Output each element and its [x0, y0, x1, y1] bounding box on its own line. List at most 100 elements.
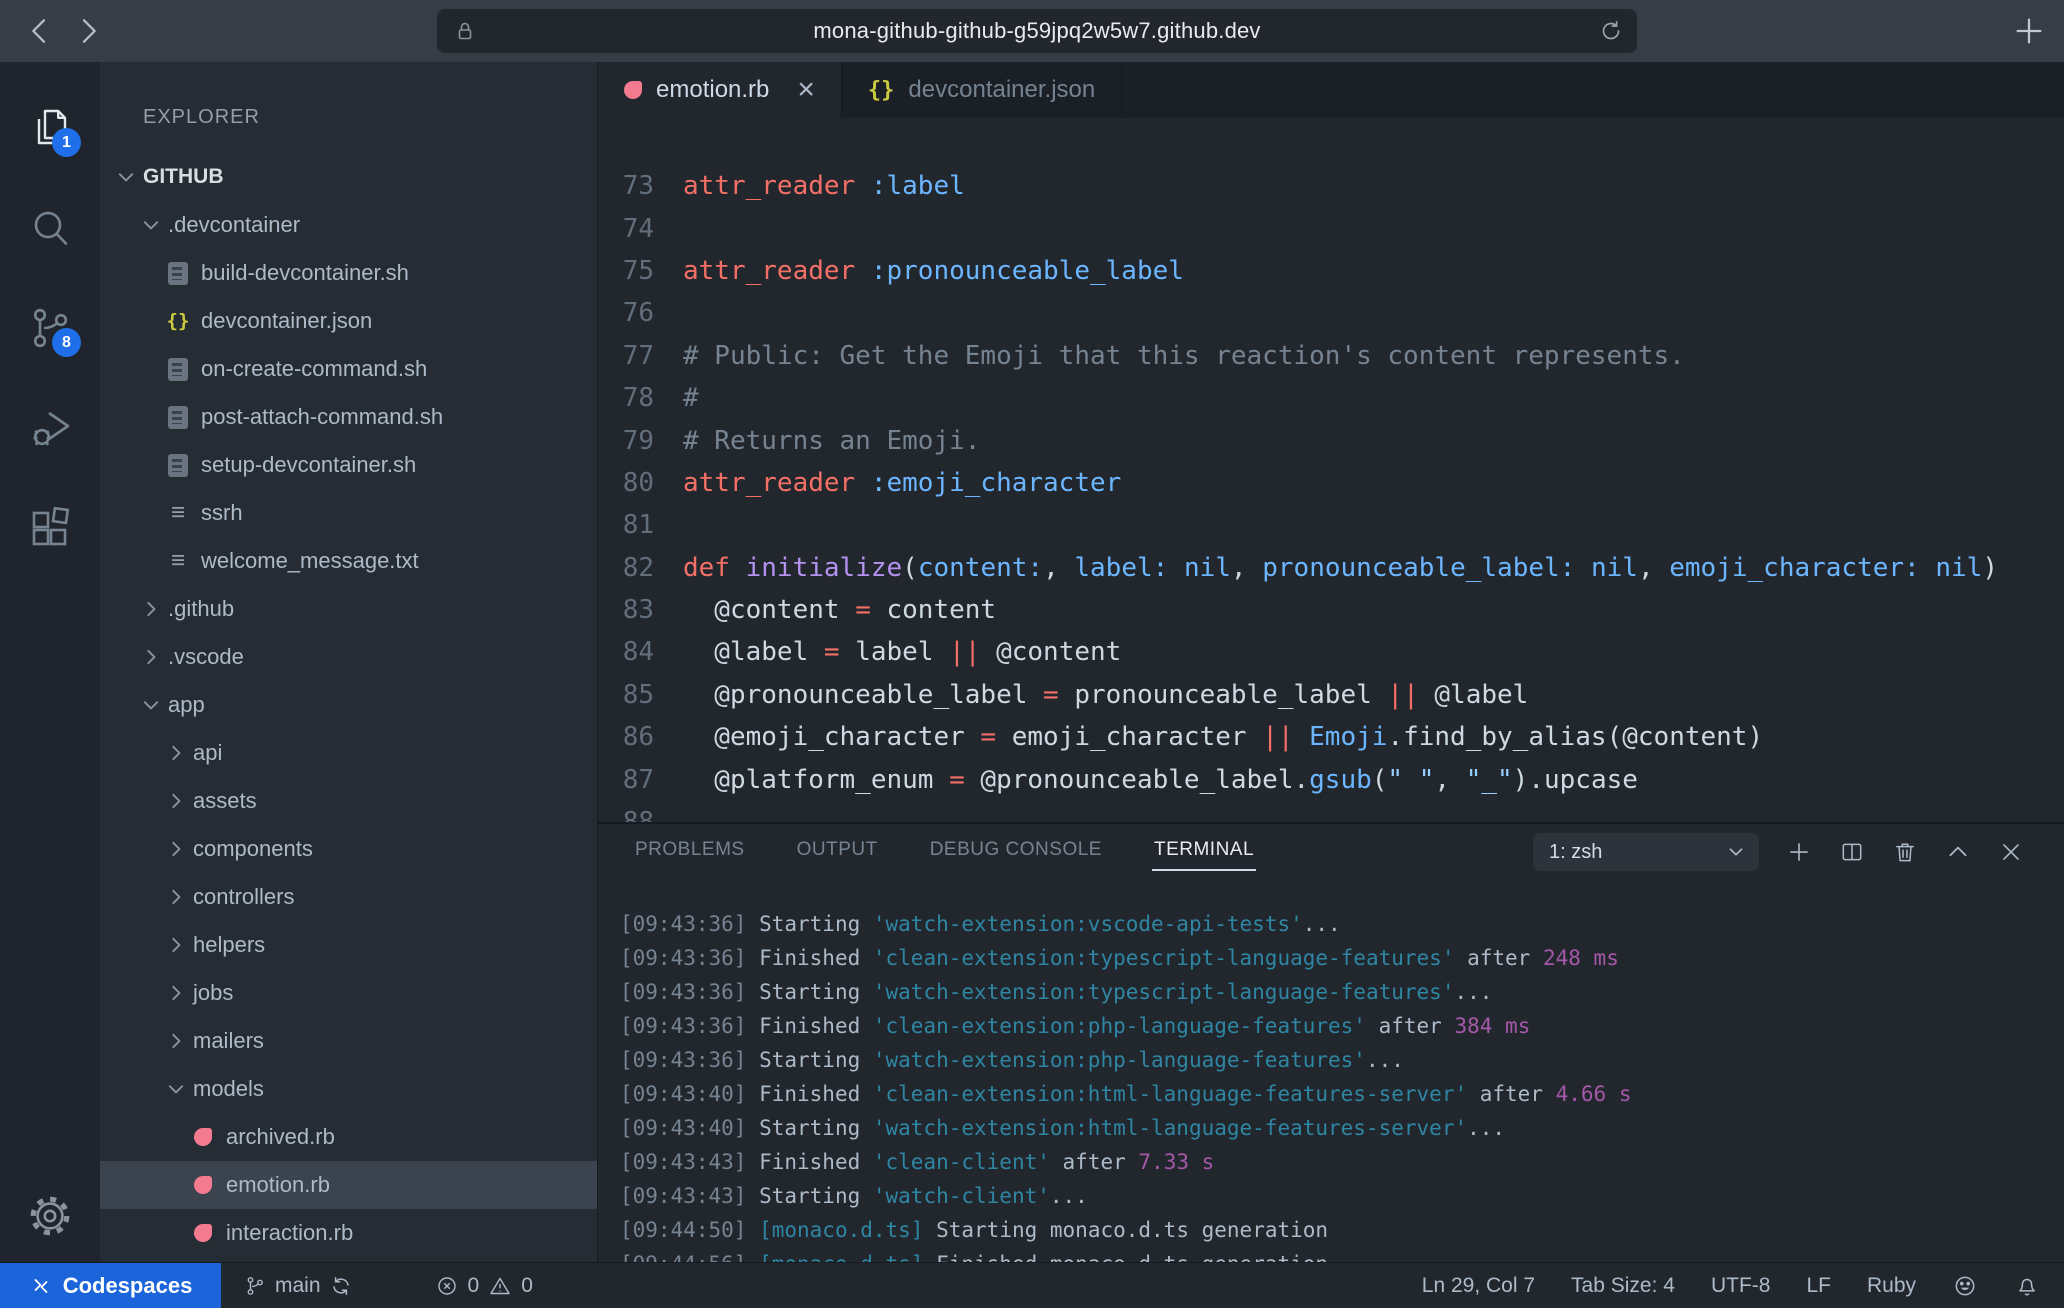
codespaces-button[interactable]: Codespaces [0, 1263, 221, 1308]
cursor-position[interactable]: Ln 29, Col 7 [1422, 1274, 1535, 1298]
tree-item-archived.rb[interactable]: archived.rb [100, 1113, 597, 1161]
tree-item-build-devcontainer.sh[interactable]: build-devcontainer.sh [100, 249, 597, 297]
tree-item-label: post-attach-command.sh [201, 404, 443, 430]
code-line: 80attr_reader :emoji_character [598, 462, 2064, 504]
tree-item-label: on-create-command.sh [201, 356, 427, 382]
tree-item-controllers[interactable]: controllers [100, 873, 597, 921]
activity-explorer-button[interactable]: 1 [26, 104, 74, 152]
tree-item-on-create-command.sh[interactable]: on-create-command.sh [100, 345, 597, 393]
tree-item-.vscode[interactable]: .vscode [100, 633, 597, 681]
chevron-down-icon [140, 694, 168, 716]
tree-item-app[interactable]: app [100, 681, 597, 729]
tree-item-.github[interactable]: .github [100, 585, 597, 633]
close-tab-icon[interactable]: × [797, 78, 815, 102]
tree-item-emotion.rb[interactable]: emotion.rb [100, 1161, 597, 1209]
code-line: 77# Public: Get the Emoji that this reac… [598, 335, 2064, 377]
tree-item-setup-devcontainer.sh[interactable]: setup-devcontainer.sh [100, 441, 597, 489]
panel-tab-terminal[interactable]: TERMINAL [1152, 833, 1256, 871]
code-line: 83 @content = content [598, 589, 2064, 631]
tree-item-models[interactable]: models [100, 1065, 597, 1113]
terminal-line: [09:43:40] Finished 'clean-extension:htm… [620, 1077, 2064, 1111]
activity-settings-button[interactable] [26, 1192, 74, 1240]
codespaces-label: Codespaces [63, 1273, 193, 1299]
line-number: 75 [598, 256, 654, 286]
problems-indicator[interactable]: 0 0 [435, 1274, 533, 1298]
tree-item-.devcontainer[interactable]: .devcontainer [100, 201, 597, 249]
codespaces-browser-window: mona-github-github-g59jpq2w5w7.github.de… [0, 0, 2064, 1308]
tab-label: emotion.rb [656, 76, 769, 104]
app-body: 1 8 [0, 62, 2064, 1262]
remote-icon [29, 1274, 53, 1298]
branch-name: main [275, 1274, 321, 1298]
text-file-icon: ≡ [165, 551, 191, 571]
line-number: 84 [598, 637, 654, 667]
code-line: 76 [598, 292, 2064, 334]
error-icon [435, 1274, 459, 1298]
browser-forward-button[interactable] [72, 15, 104, 47]
panel-tab-debug-console[interactable]: DEBUG CONSOLE [928, 833, 1104, 871]
tree-item-GITHUB[interactable]: GITHUB [100, 153, 597, 201]
tab-emotion-rb[interactable]: emotion.rb × [598, 62, 842, 118]
chevron-up-icon [1945, 839, 1971, 865]
line-number: 85 [598, 680, 654, 710]
split-terminal-button[interactable] [1839, 839, 1865, 865]
code-line: 86 @emoji_character = emoji_character ||… [598, 716, 2064, 758]
maximize-panel-button[interactable] [1945, 839, 1971, 865]
reload-button[interactable] [1599, 19, 1623, 43]
code-editor[interactable]: 73attr_reader :label7475attr_reader :pro… [598, 118, 2064, 822]
activity-search-button[interactable] [26, 204, 74, 252]
tree-item-mailers[interactable]: mailers [100, 1017, 597, 1065]
tree-item-ssrh[interactable]: ≡ssrh [100, 489, 597, 537]
close-panel-button[interactable] [1998, 839, 2024, 865]
tab-size[interactable]: Tab Size: 4 [1571, 1274, 1675, 1298]
tree-item-label: .devcontainer [168, 212, 300, 238]
tab-label: devcontainer.json [908, 76, 1095, 104]
tree-item-devcontainer.json[interactable]: {}devcontainer.json [100, 297, 597, 345]
tree-item-label: emotion.rb [226, 1172, 330, 1198]
tree-item-label: interaction.rb [226, 1220, 353, 1246]
tree-item-assets[interactable]: assets [100, 777, 597, 825]
warning-icon [488, 1274, 512, 1298]
kill-terminal-button[interactable] [1892, 839, 1918, 865]
panel-tab-output[interactable]: OUTPUT [795, 833, 880, 871]
language-mode[interactable]: Ruby [1867, 1274, 1916, 1298]
tree-item-components[interactable]: components [100, 825, 597, 873]
eol-indicator[interactable]: LF [1806, 1274, 1831, 1298]
text-file-icon: ≡ [165, 503, 191, 523]
new-terminal-button[interactable] [1786, 839, 1812, 865]
explorer-badge: 1 [52, 128, 81, 157]
tab-devcontainer-json[interactable]: {} devcontainer.json [842, 62, 1122, 118]
notifications-bell-button[interactable] [2014, 1273, 2040, 1299]
tree-item-post-attach-command.sh[interactable]: post-attach-command.sh [100, 393, 597, 441]
tree-item-helpers[interactable]: helpers [100, 921, 597, 969]
new-tab-button[interactable] [2012, 14, 2046, 48]
panel-tab-problems[interactable]: PROBLEMS [633, 833, 747, 871]
chevron-down-icon [1725, 841, 1747, 863]
browser-back-button[interactable] [24, 15, 56, 47]
encoding[interactable]: UTF-8 [1711, 1274, 1771, 1298]
search-icon [26, 204, 74, 252]
terminal-output[interactable]: [09:43:36] Starting 'watch-extension:vsc… [598, 880, 2064, 1262]
branch-indicator[interactable]: main [243, 1274, 353, 1298]
line-number: 77 [598, 341, 654, 371]
code-line: 82def initialize(content:, label: nil, p… [598, 547, 2064, 589]
tree-item-label: models [193, 1076, 264, 1102]
bottom-panel: PROBLEMS OUTPUT DEBUG CONSOLE TERMINAL 1: z… [598, 822, 2064, 1262]
line-number: 73 [598, 171, 654, 201]
tree-item-interaction.rb[interactable]: interaction.rb [100, 1209, 597, 1257]
chevron-right-icon [165, 742, 193, 764]
activity-run-debug-button[interactable] [26, 404, 74, 452]
chevron-right-icon [165, 886, 193, 908]
terminal-selector-dropdown[interactable]: 1: zsh [1533, 833, 1759, 871]
activity-source-control-button[interactable]: 8 [26, 304, 74, 352]
tree-item-api[interactable]: api [100, 729, 597, 777]
address-bar[interactable]: mona-github-github-g59jpq2w5w7.github.de… [437, 9, 1637, 53]
feedback-smiley-button[interactable] [1952, 1273, 1978, 1299]
bell-icon [2014, 1273, 2040, 1299]
tree-item-jobs[interactable]: jobs [100, 969, 597, 1017]
editor-group: emotion.rb × {} devcontainer.json 73attr… [598, 62, 2064, 1262]
file-tree: GITHUB .devcontainer build-devcontainer.sh… [100, 153, 597, 1257]
tree-item-label: welcome_message.txt [201, 548, 419, 574]
activity-extensions-button[interactable] [26, 504, 74, 552]
tree-item-welcome_message.txt[interactable]: ≡ welcome_message.txt [100, 537, 597, 585]
